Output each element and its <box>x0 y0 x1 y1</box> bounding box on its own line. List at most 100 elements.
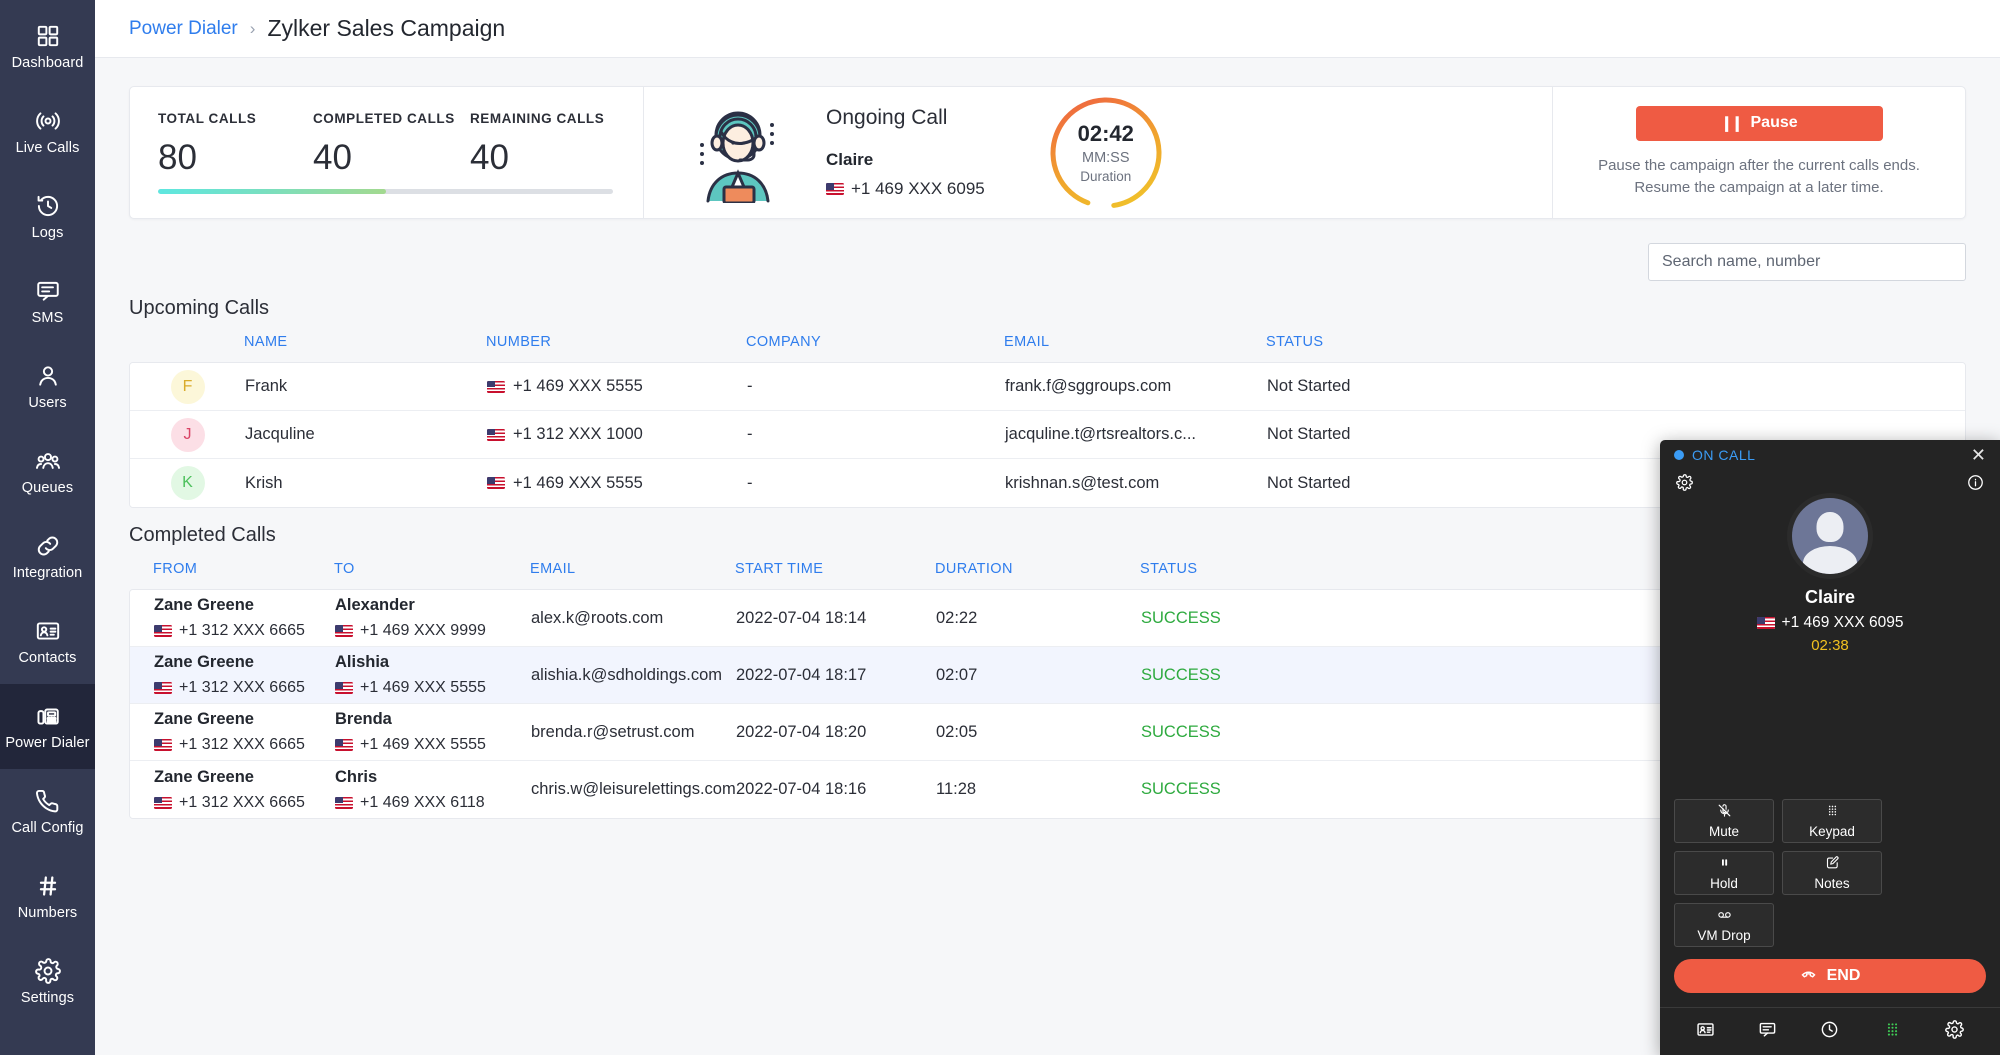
avatar-initial: K <box>182 474 193 492</box>
chat-bubble-icon[interactable] <box>1758 1020 1777 1044</box>
sidebar-item-queues[interactable]: Queues <box>0 429 95 514</box>
avatar: J <box>171 418 205 452</box>
cell-name: Jacquline <box>245 425 487 444</box>
sidebar-item-users[interactable]: Users <box>0 344 95 429</box>
cell-from: Zane Greene+1 312 XXX 6665 <box>130 768 335 812</box>
sidebar-item-logs[interactable]: Logs <box>0 174 95 259</box>
to-number-row: +1 469 XXX 9999 <box>335 622 486 640</box>
sidebar-item-dashboard[interactable]: Dashboard <box>0 4 95 89</box>
cell-email: alex.k@roots.com <box>531 609 736 628</box>
ongoing-caller-name: Claire <box>826 150 985 170</box>
close-icon[interactable]: ✕ <box>1971 446 1986 464</box>
from-name: Zane Greene <box>154 768 305 787</box>
sidebar-item-power-dialer[interactable]: Power Dialer <box>0 684 95 769</box>
pause-campaign-button[interactable]: ❙❙ Pause <box>1636 106 1883 141</box>
cell-duration: 02:22 <box>936 609 1141 628</box>
gear-icon[interactable] <box>1676 474 1693 496</box>
call-widget: ON CALL ✕ Claire +1 469 XXX 6095 02:38 M… <box>1660 440 2000 1055</box>
us-flag-icon <box>154 739 172 751</box>
stat-completed-calls: COMPLETED CALLS 40 <box>313 111 470 178</box>
breadcrumb: Power Dialer › Zylker Sales Campaign <box>95 0 2000 58</box>
search-input[interactable] <box>1648 243 1966 281</box>
ongoing-call-section: Ongoing Call Claire +1 469 XXX 6095 <box>643 87 1552 218</box>
col-header-name[interactable]: NAME <box>244 334 486 350</box>
stat-value: 80 <box>158 138 313 178</box>
from-number-row: +1 312 XXX 6665 <box>154 736 305 754</box>
sidebar-item-contacts[interactable]: Contacts <box>0 599 95 684</box>
stat-value: 40 <box>470 138 604 178</box>
us-flag-icon <box>487 429 505 441</box>
sidebar-item-live-calls[interactable]: Live Calls <box>0 89 95 174</box>
to-number: +1 469 XXX 6118 <box>360 794 485 812</box>
to-name: Alexander <box>335 596 486 615</box>
col-header-duration[interactable]: DURATION <box>935 561 1140 577</box>
col-header-email[interactable]: EMAIL <box>530 561 735 577</box>
call-actions: Mute Keypad Hold Notes VM Drop END <box>1660 799 2000 993</box>
cell-status: SUCCESS <box>1141 780 1381 799</box>
sidebar-item-label: Integration <box>13 566 83 581</box>
button-label: Mute <box>1709 824 1739 839</box>
col-header-status[interactable]: STATUS <box>1140 561 1380 577</box>
gear-icon <box>35 958 61 984</box>
call-widget-header: ON CALL ✕ <box>1660 440 2000 470</box>
avatar-initial: J <box>184 426 192 444</box>
cell-name: Frank <box>245 377 487 396</box>
hash-icon <box>35 873 61 899</box>
widget-call-timer: 02:38 <box>1660 637 2000 654</box>
gear-icon[interactable] <box>1945 1020 1964 1044</box>
col-header-to[interactable]: TO <box>334 561 530 577</box>
vm-drop-button[interactable]: VM Drop <box>1674 903 1774 947</box>
ongoing-call-details: Ongoing Call Claire +1 469 XXX 6095 <box>826 106 985 199</box>
clock-icon[interactable] <box>1820 1020 1839 1044</box>
sidebar-item-settings[interactable]: Settings <box>0 939 95 1024</box>
ongoing-caller-number: +1 469 XXX 6095 <box>851 179 985 199</box>
button-label: Hold <box>1710 876 1738 891</box>
keypad-button[interactable]: Keypad <box>1782 799 1882 843</box>
info-icon[interactable] <box>1967 474 1984 496</box>
col-header-from[interactable]: FROM <box>129 561 334 577</box>
col-header-email[interactable]: EMAIL <box>1004 334 1266 350</box>
us-flag-icon <box>826 183 844 195</box>
col-header-start-time[interactable]: START TIME <box>735 561 935 577</box>
cell-to: Alexander +1 469 XXX 9999 <box>335 596 531 640</box>
cell-duration: 02:07 <box>936 666 1141 685</box>
sidebar-item-sms[interactable]: SMS <box>0 259 95 344</box>
breadcrumb-parent-link[interactable]: Power Dialer <box>129 18 238 40</box>
sidebar-item-label: SMS <box>32 311 64 326</box>
button-label: Notes <box>1814 876 1849 891</box>
stat-value: 40 <box>313 138 470 178</box>
ongoing-caller-number-row: +1 469 XXX 6095 <box>826 179 985 199</box>
pause-section: ❙❙ Pause Pause the campaign after the cu… <box>1552 87 1965 218</box>
sidebar-item-integration[interactable]: Integration <box>0 514 95 599</box>
campaign-summary-card: TOTAL CALLS80COMPLETED CALLS40REMAINING … <box>129 86 1966 219</box>
dialpad-green-icon[interactable] <box>1883 1020 1902 1044</box>
cell-start-time: 2022-07-04 18:16 <box>736 780 936 799</box>
col-header-number[interactable]: NUMBER <box>486 334 746 350</box>
ongoing-call-title: Ongoing Call <box>826 106 985 130</box>
us-flag-icon <box>335 682 353 694</box>
sidebar-item-call-config[interactable]: Call Config <box>0 769 95 854</box>
mute-button[interactable]: Mute <box>1674 799 1774 843</box>
contact-card-icon[interactable] <box>1696 1020 1715 1044</box>
col-header-status[interactable]: STATUS <box>1266 334 1516 350</box>
to-number-row: +1 469 XXX 5555 <box>335 679 486 697</box>
hold-button[interactable]: Hold <box>1674 851 1774 895</box>
to-number-row: +1 469 XXX 5555 <box>335 736 486 754</box>
table-row[interactable]: FFrank+1 469 XXX 5555-frank.f@sggroups.c… <box>130 363 1965 411</box>
end-call-button[interactable]: END <box>1674 959 1986 993</box>
sidebar-item-numbers[interactable]: Numbers <box>0 854 95 939</box>
sidebar-item-label: Queues <box>22 481 73 496</box>
from-number: +1 312 XXX 6665 <box>179 736 305 754</box>
us-flag-icon <box>487 477 505 489</box>
cell-status: Not Started <box>1267 474 1517 493</box>
cell-email: brenda.r@setrust.com <box>531 723 736 742</box>
notes-button[interactable]: Notes <box>1782 851 1882 895</box>
campaign-progress-bar <box>158 189 613 194</box>
pause-icon <box>1717 855 1732 873</box>
main-sidebar: DashboardLive CallsLogs SMS Users Queues Int… <box>0 0 95 1055</box>
avatar-initial: F <box>183 378 193 396</box>
widget-caller-number: +1 469 XXX 6095 <box>1782 614 1904 632</box>
duration-format: MM:SS <box>1082 150 1130 166</box>
stat-label: COMPLETED CALLS <box>313 111 470 126</box>
col-header-company[interactable]: COMPANY <box>746 334 1004 350</box>
